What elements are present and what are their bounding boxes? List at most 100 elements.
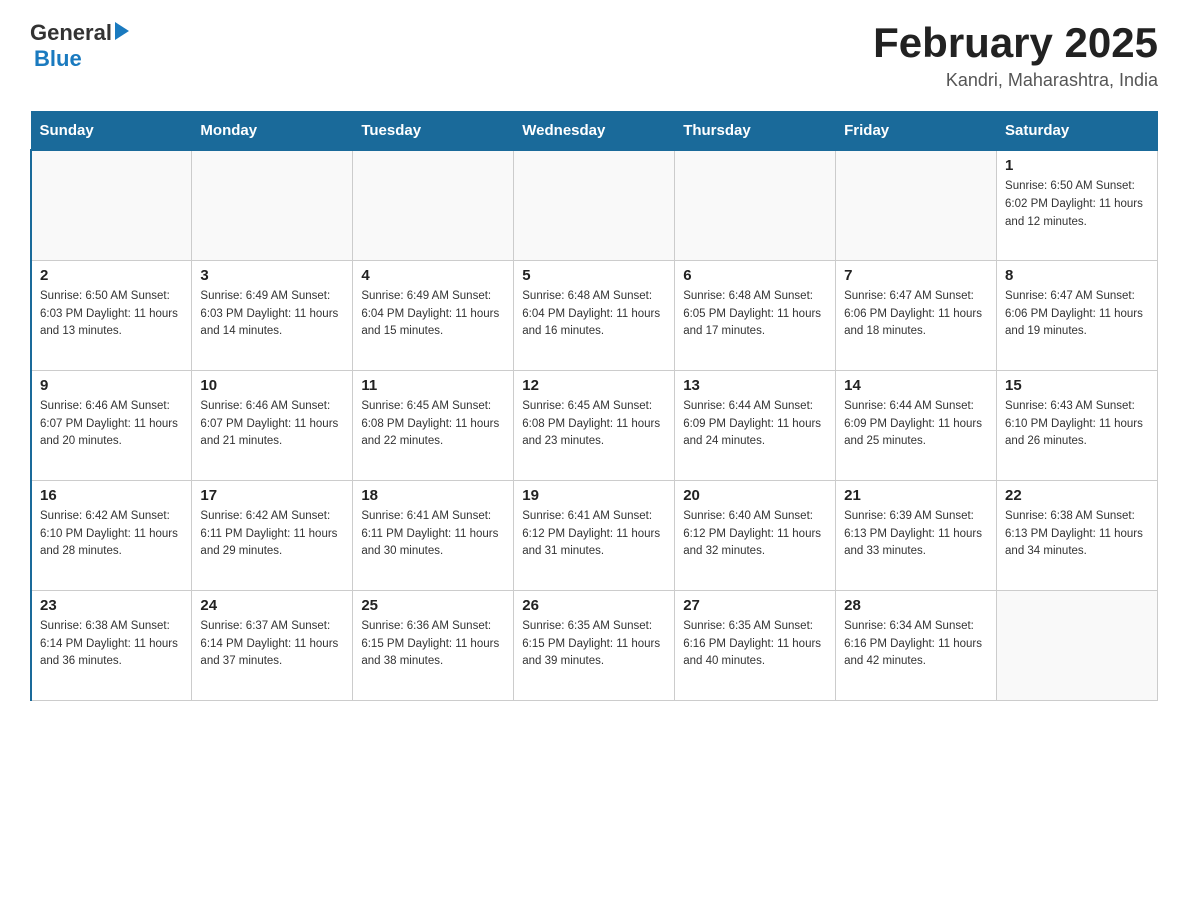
logo: General Blue bbox=[30, 20, 129, 72]
day-number: 5 bbox=[522, 267, 666, 284]
day-info: Sunrise: 6:43 AM Sunset: 6:10 PM Dayligh… bbox=[1005, 398, 1149, 451]
weekday-tuesday: Tuesday bbox=[353, 112, 514, 151]
day-number: 4 bbox=[361, 267, 505, 284]
calendar-subtitle: Kandri, Maharashtra, India bbox=[873, 70, 1158, 91]
day-info: Sunrise: 6:47 AM Sunset: 6:06 PM Dayligh… bbox=[1005, 288, 1149, 341]
calendar-cell bbox=[192, 150, 353, 260]
calendar-cell: 7 Sunrise: 6:47 AM Sunset: 6:06 PM Daylig… bbox=[836, 260, 997, 370]
logo-blue-text: Blue bbox=[34, 46, 82, 72]
day-info: Sunrise: 6:45 AM Sunset: 6:08 PM Dayligh… bbox=[361, 398, 505, 451]
calendar-title: February 2025 bbox=[873, 20, 1158, 66]
day-info: Sunrise: 6:38 AM Sunset: 6:14 PM Dayligh… bbox=[40, 618, 183, 671]
day-info: Sunrise: 6:36 AM Sunset: 6:15 PM Dayligh… bbox=[361, 618, 505, 671]
day-info: Sunrise: 6:47 AM Sunset: 6:06 PM Dayligh… bbox=[844, 288, 988, 341]
day-info: Sunrise: 6:50 AM Sunset: 6:02 PM Dayligh… bbox=[1005, 178, 1149, 231]
day-info: Sunrise: 6:42 AM Sunset: 6:10 PM Dayligh… bbox=[40, 508, 183, 561]
calendar-cell bbox=[353, 150, 514, 260]
day-number: 6 bbox=[683, 267, 827, 284]
calendar-cell: 16 Sunrise: 6:42 AM Sunset: 6:10 PM Dayli… bbox=[31, 480, 192, 590]
logo-triangle-icon bbox=[115, 22, 129, 45]
day-info: Sunrise: 6:39 AM Sunset: 6:13 PM Dayligh… bbox=[844, 508, 988, 561]
day-number: 12 bbox=[522, 377, 666, 394]
calendar-cell: 28Sunrise: 6:34 AM Sunset: 6:16 PM Dayli… bbox=[836, 590, 997, 700]
day-number: 17 bbox=[200, 487, 344, 504]
day-number: 18 bbox=[361, 487, 505, 504]
day-info: Sunrise: 6:49 AM Sunset: 6:04 PM Dayligh… bbox=[361, 288, 505, 341]
day-info: Sunrise: 6:48 AM Sunset: 6:05 PM Dayligh… bbox=[683, 288, 827, 341]
calendar-cell: 2 Sunrise: 6:50 AM Sunset: 6:03 PM Daylig… bbox=[31, 260, 192, 370]
weekday-wednesday: Wednesday bbox=[514, 112, 675, 151]
day-info: Sunrise: 6:38 AM Sunset: 6:13 PM Dayligh… bbox=[1005, 508, 1149, 561]
calendar-cell: 20 Sunrise: 6:40 AM Sunset: 6:12 PM Dayli… bbox=[675, 480, 836, 590]
calendar-cell: 15 Sunrise: 6:43 AM Sunset: 6:10 PM Dayli… bbox=[997, 370, 1158, 480]
day-number: 22 bbox=[1005, 487, 1149, 504]
day-info: Sunrise: 6:35 AM Sunset: 6:16 PM Dayligh… bbox=[683, 618, 827, 671]
calendar-week-4: 16 Sunrise: 6:42 AM Sunset: 6:10 PM Dayli… bbox=[31, 480, 1158, 590]
day-number: 28 bbox=[844, 597, 988, 614]
calendar-cell: 11 Sunrise: 6:45 AM Sunset: 6:08 PM Dayli… bbox=[353, 370, 514, 480]
title-area: February 2025 Kandri, Maharashtra, India bbox=[873, 20, 1158, 91]
calendar-cell: 22 Sunrise: 6:38 AM Sunset: 6:13 PM Dayli… bbox=[997, 480, 1158, 590]
day-number: 1 bbox=[1005, 157, 1149, 174]
day-number: 13 bbox=[683, 377, 827, 394]
calendar-cell: 10 Sunrise: 6:46 AM Sunset: 6:07 PM Dayli… bbox=[192, 370, 353, 480]
day-number: 15 bbox=[1005, 377, 1149, 394]
day-number: 26 bbox=[522, 597, 666, 614]
calendar-header: SundayMondayTuesdayWednesdayThursdayFrid… bbox=[31, 112, 1158, 151]
calendar-cell bbox=[675, 150, 836, 260]
weekday-saturday: Saturday bbox=[997, 112, 1158, 151]
calendar-cell: 3Sunrise: 6:49 AM Sunset: 6:03 PM Daylig… bbox=[192, 260, 353, 370]
calendar-body: 1 Sunrise: 6:50 AM Sunset: 6:02 PM Daylig… bbox=[31, 150, 1158, 700]
calendar-cell: 17 Sunrise: 6:42 AM Sunset: 6:11 PM Dayli… bbox=[192, 480, 353, 590]
calendar-week-3: 9 Sunrise: 6:46 AM Sunset: 6:07 PM Daylig… bbox=[31, 370, 1158, 480]
day-info: Sunrise: 6:45 AM Sunset: 6:08 PM Dayligh… bbox=[522, 398, 666, 451]
day-number: 20 bbox=[683, 487, 827, 504]
day-number: 23 bbox=[40, 597, 183, 614]
day-info: Sunrise: 6:50 AM Sunset: 6:03 PM Dayligh… bbox=[40, 288, 183, 341]
day-number: 8 bbox=[1005, 267, 1149, 284]
calendar-cell: 12 Sunrise: 6:45 AM Sunset: 6:08 PM Dayli… bbox=[514, 370, 675, 480]
day-number: 21 bbox=[844, 487, 988, 504]
calendar-cell: 4 Sunrise: 6:49 AM Sunset: 6:04 PM Daylig… bbox=[353, 260, 514, 370]
calendar-week-2: 2 Sunrise: 6:50 AM Sunset: 6:03 PM Daylig… bbox=[31, 260, 1158, 370]
calendar-cell: 8 Sunrise: 6:47 AM Sunset: 6:06 PM Daylig… bbox=[997, 260, 1158, 370]
weekday-friday: Friday bbox=[836, 112, 997, 151]
day-info: Sunrise: 6:41 AM Sunset: 6:12 PM Dayligh… bbox=[522, 508, 666, 561]
day-info: Sunrise: 6:48 AM Sunset: 6:04 PM Dayligh… bbox=[522, 288, 666, 341]
calendar-cell: 26 Sunrise: 6:35 AM Sunset: 6:15 PM Dayli… bbox=[514, 590, 675, 700]
calendar-cell: 18 Sunrise: 6:41 AM Sunset: 6:11 PM Dayli… bbox=[353, 480, 514, 590]
day-info: Sunrise: 6:42 AM Sunset: 6:11 PM Dayligh… bbox=[200, 508, 344, 561]
logo-general-text: General bbox=[30, 20, 112, 46]
calendar-cell: 19Sunrise: 6:41 AM Sunset: 6:12 PM Dayli… bbox=[514, 480, 675, 590]
day-info: Sunrise: 6:44 AM Sunset: 6:09 PM Dayligh… bbox=[844, 398, 988, 451]
day-number: 16 bbox=[40, 487, 183, 504]
calendar-cell: 27 Sunrise: 6:35 AM Sunset: 6:16 PM Dayli… bbox=[675, 590, 836, 700]
day-number: 27 bbox=[683, 597, 827, 614]
calendar-cell bbox=[997, 590, 1158, 700]
weekday-thursday: Thursday bbox=[675, 112, 836, 151]
calendar-cell: 21 Sunrise: 6:39 AM Sunset: 6:13 PM Dayli… bbox=[836, 480, 997, 590]
day-info: Sunrise: 6:44 AM Sunset: 6:09 PM Dayligh… bbox=[683, 398, 827, 451]
weekday-monday: Monday bbox=[192, 112, 353, 151]
calendar-cell: 9 Sunrise: 6:46 AM Sunset: 6:07 PM Daylig… bbox=[31, 370, 192, 480]
day-info: Sunrise: 6:35 AM Sunset: 6:15 PM Dayligh… bbox=[522, 618, 666, 671]
calendar-cell: 1 Sunrise: 6:50 AM Sunset: 6:02 PM Daylig… bbox=[997, 150, 1158, 260]
day-number: 9 bbox=[40, 377, 183, 394]
day-info: Sunrise: 6:46 AM Sunset: 6:07 PM Dayligh… bbox=[200, 398, 344, 451]
day-info: Sunrise: 6:40 AM Sunset: 6:12 PM Dayligh… bbox=[683, 508, 827, 561]
day-number: 7 bbox=[844, 267, 988, 284]
day-info: Sunrise: 6:41 AM Sunset: 6:11 PM Dayligh… bbox=[361, 508, 505, 561]
calendar-week-5: 23 Sunrise: 6:38 AM Sunset: 6:14 PM Dayli… bbox=[31, 590, 1158, 700]
day-info: Sunrise: 6:46 AM Sunset: 6:07 PM Dayligh… bbox=[40, 398, 183, 451]
day-info: Sunrise: 6:37 AM Sunset: 6:14 PM Dayligh… bbox=[200, 618, 344, 671]
day-number: 2 bbox=[40, 267, 183, 284]
day-number: 10 bbox=[200, 377, 344, 394]
calendar-cell: 14Sunrise: 6:44 AM Sunset: 6:09 PM Dayli… bbox=[836, 370, 997, 480]
day-info: Sunrise: 6:49 AM Sunset: 6:03 PM Dayligh… bbox=[200, 288, 344, 341]
calendar-cell: 6 Sunrise: 6:48 AM Sunset: 6:05 PM Daylig… bbox=[675, 260, 836, 370]
calendar-cell: 13 Sunrise: 6:44 AM Sunset: 6:09 PM Dayli… bbox=[675, 370, 836, 480]
weekday-header-row: SundayMondayTuesdayWednesdayThursdayFrid… bbox=[31, 112, 1158, 151]
calendar-cell bbox=[31, 150, 192, 260]
calendar-cell: 5 Sunrise: 6:48 AM Sunset: 6:04 PM Daylig… bbox=[514, 260, 675, 370]
day-number: 11 bbox=[361, 377, 505, 394]
